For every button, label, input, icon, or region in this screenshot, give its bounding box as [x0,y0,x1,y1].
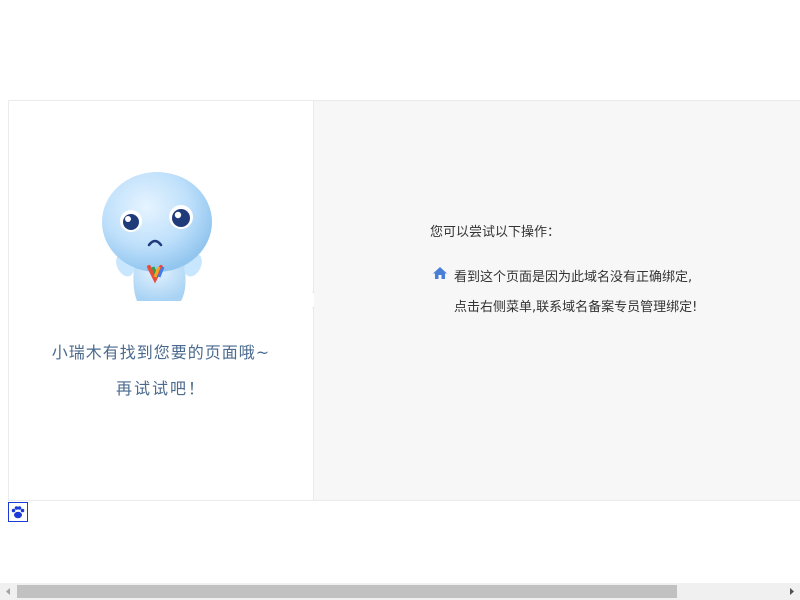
try-options-label: 您可以尝试以下操作： [430,225,561,240]
reason-line-1: 看到这个页面是因为此域名没有正确绑定, [454,270,693,285]
paw-icon[interactable] [8,502,28,522]
horizontal-scrollbar[interactable] [0,583,800,600]
scrollbar-thumb[interactable] [17,585,677,598]
retry-message: 再试试吧！ [115,379,206,398]
right-panel: 您可以尝试以下操作： 看到这个页面是因为此域名没有正确绑定, 点击右侧菜单,联系… [314,101,800,500]
scroll-right-arrow-icon[interactable] [783,583,800,600]
home-icon [433,267,447,279]
sad-mascot-image [102,172,212,301]
scroll-left-arrow-icon[interactable] [0,583,17,600]
reason-line-2: 点击右侧菜单,联系域名备案专员管理绑定! [454,300,698,315]
left-panel: 小瑞木有找到您要的页面哦~ 再试试吧！ [9,101,314,500]
not-found-message: 小瑞木有找到您要的页面哦~ [51,343,271,362]
error-box: 小瑞木有找到您要的页面哦~ 再试试吧！ 您可以尝试以下操作： 看到这个页面是因为… [8,100,800,501]
error-page: 小瑞木有找到您要的页面哦~ 再试试吧！ 您可以尝试以下操作： 看到这个页面是因为… [0,0,800,600]
paw-icon-glyph [11,506,25,519]
